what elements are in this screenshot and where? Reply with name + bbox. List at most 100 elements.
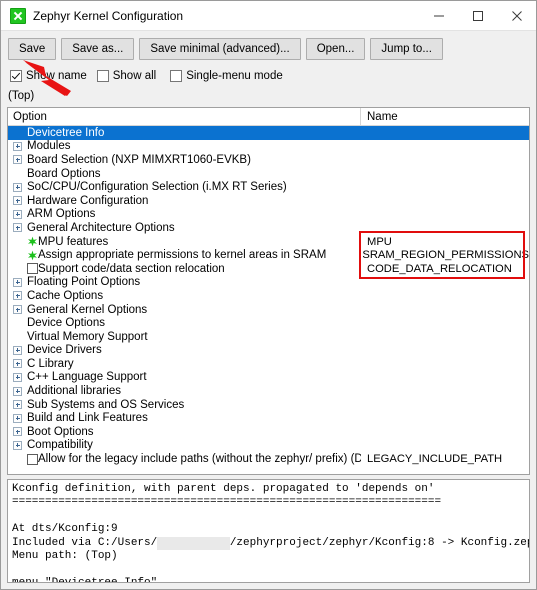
expand-plus-icon[interactable] (13, 440, 22, 450)
redacted-username: XXXXXXXX (157, 536, 230, 551)
breadcrumb-path: (Top) (8, 90, 35, 102)
expand-plus-icon[interactable] (13, 400, 22, 410)
expand-plus-icon[interactable] (13, 427, 22, 437)
zephyr-x-icon (10, 7, 26, 24)
tree-row-option-cell: General Architecture Options (8, 222, 361, 234)
expand-plus-icon[interactable] (13, 223, 22, 233)
expand-plus-icon[interactable] (13, 291, 22, 301)
column-header-option[interactable]: Option (8, 108, 361, 126)
tree-row-label: Allow for the legacy include paths (with… (38, 453, 361, 466)
option-checkbox-unchecked-icon[interactable] (27, 263, 38, 275)
tree-row-label: Device Options (27, 317, 105, 330)
table-row[interactable]: Compatibility (8, 439, 529, 453)
single-menu-mode-label: Single-menu mode (186, 70, 283, 82)
tree-row-option-cell: Cache Options (8, 290, 361, 302)
column-header-name[interactable]: Name (361, 108, 529, 126)
tree-row-option-cell: MPU features (8, 236, 361, 248)
table-row[interactable]: MPU features MPU (8, 235, 529, 249)
save-as-button[interactable]: Save as... (61, 37, 135, 60)
tree-row-option-cell: C Library (8, 358, 361, 370)
tree-row-label: Sub Systems and OS Services (27, 398, 185, 411)
tree-row-option-cell: Support code/data section relocation (8, 263, 361, 275)
expand-plus-icon[interactable] (13, 305, 22, 315)
tree-row-option-cell: Assign appropriate permissions to kernel… (8, 249, 356, 261)
expand-plus-icon[interactable] (13, 372, 22, 382)
expand-plus-icon[interactable] (13, 209, 22, 219)
table-row[interactable]: Device Drivers (8, 344, 529, 358)
expand-plus-icon[interactable] (13, 196, 22, 206)
table-row[interactable]: Build and Link Features (8, 411, 529, 425)
table-row[interactable]: Virtual Memory Support (8, 330, 529, 344)
maximize-icon[interactable] (458, 1, 497, 30)
table-row[interactable]: SoC/CPU/Configuration Selection (i.MX RT… (8, 180, 529, 194)
expand-plus-icon[interactable] (13, 386, 22, 396)
help-text-panel[interactable]: Kconfig definition, with parent deps. pr… (7, 479, 530, 583)
table-row[interactable]: Additional libraries (8, 384, 529, 398)
show-all-checkbox[interactable]: Show all (96, 70, 157, 82)
tree-row-label: Additional libraries (27, 385, 121, 398)
expand-plus-icon[interactable] (13, 182, 22, 192)
jump-to-button[interactable]: Jump to... (370, 37, 443, 60)
tree-row-option-cell: Boot Options (8, 426, 361, 438)
table-row[interactable]: Board Selection (NXP MIMXRT1060-EVKB) (8, 153, 529, 167)
tree-row-option-cell: Compatibility (8, 439, 361, 451)
show-name-checkbox[interactable]: Show name (10, 70, 87, 82)
single-menu-mode-checkbox[interactable]: Single-menu mode (170, 70, 283, 82)
config-tree-panel[interactable]: Option Name Devicetree Info Modules Board … (7, 107, 530, 475)
table-row[interactable]: ARM Options (8, 208, 529, 222)
tree-row-label: C++ Language Support (27, 371, 147, 384)
expand-plus-icon[interactable] (13, 413, 22, 423)
tree-row-name-cell: SRAM_REGION_PERMISSIONS (362, 249, 529, 262)
expand-plus-icon[interactable] (13, 155, 22, 165)
enabled-star-icon[interactable] (27, 250, 38, 261)
table-row[interactable]: Allow for the legacy include paths (with… (8, 452, 529, 466)
tree-row-label: Cache Options (27, 289, 104, 302)
table-row[interactable]: Device Options (8, 316, 529, 330)
option-checkbox-unchecked-icon[interactable] (27, 453, 38, 465)
table-row[interactable]: Boot Options (8, 425, 529, 439)
tree-row-label: Modules (27, 140, 71, 153)
tree-row-label: Devicetree Info (27, 126, 105, 139)
table-row[interactable]: Hardware Configuration (8, 194, 529, 208)
tree-row-option-cell: Modules (8, 140, 361, 152)
tree-row-option-cell: Device Options (8, 317, 361, 329)
table-row[interactable]: C++ Language Support (8, 371, 529, 385)
expand-plus-icon[interactable] (13, 277, 22, 287)
view-options-row: Show name Show all Single-menu mode (1, 65, 536, 87)
tree-row-option-cell: Board Selection (NXP MIMXRT1060-EVKB) (8, 154, 361, 166)
table-row[interactable]: Modules (8, 140, 529, 154)
save-button[interactable]: Save (8, 37, 57, 60)
table-row[interactable]: General Kernel Options (8, 303, 529, 317)
open-button[interactable]: Open... (305, 37, 366, 60)
table-row[interactable]: Devicetree Info (8, 126, 529, 140)
table-row[interactable]: Board Options (8, 167, 529, 181)
window-title: Zephyr Kernel Configuration (33, 8, 184, 23)
minimize-icon[interactable] (419, 1, 458, 30)
show-name-label: Show name (26, 70, 87, 82)
table-row[interactable]: Support code/data section relocation CODE… (8, 262, 529, 276)
tree-row-option-cell: SoC/CPU/Configuration Selection (i.MX RT… (8, 181, 361, 193)
tree-row-option-cell: Devicetree Info (8, 127, 361, 139)
tree-row-name-cell: MPU (367, 235, 392, 248)
show-all-label: Show all (112, 70, 157, 82)
tree-row-label: Floating Point Options (27, 276, 141, 289)
expand-plus-icon[interactable] (13, 359, 22, 369)
table-row[interactable]: C Library (8, 357, 529, 371)
close-icon[interactable] (497, 1, 536, 30)
tree-row-option-cell: Additional libraries (8, 385, 361, 397)
table-row[interactable]: Cache Options (8, 289, 529, 303)
expand-plus-icon[interactable] (13, 141, 22, 151)
table-row[interactable]: General Architecture Options (8, 221, 529, 235)
checkbox-checked-icon (10, 70, 22, 82)
table-row[interactable]: Floating Point Options (8, 276, 529, 290)
enabled-star-icon[interactable] (27, 236, 38, 247)
save-minimal-button[interactable]: Save minimal (advanced)... (139, 37, 301, 60)
table-row[interactable]: Assign appropriate permissions to kernel… (8, 248, 529, 262)
table-row[interactable]: Sub Systems and OS Services (8, 398, 529, 412)
tree-row-label: SoC/CPU/Configuration Selection (i.MX RT… (27, 181, 287, 194)
tree-row-label: Support code/data section relocation (38, 262, 225, 275)
expand-plus-icon[interactable] (13, 345, 22, 355)
tree-row-label: Board Selection (NXP MIMXRT1060-EVKB) (27, 153, 251, 166)
tree-row-label: Hardware Configuration (27, 194, 149, 207)
tree-row-option-cell: Device Drivers (8, 344, 361, 356)
